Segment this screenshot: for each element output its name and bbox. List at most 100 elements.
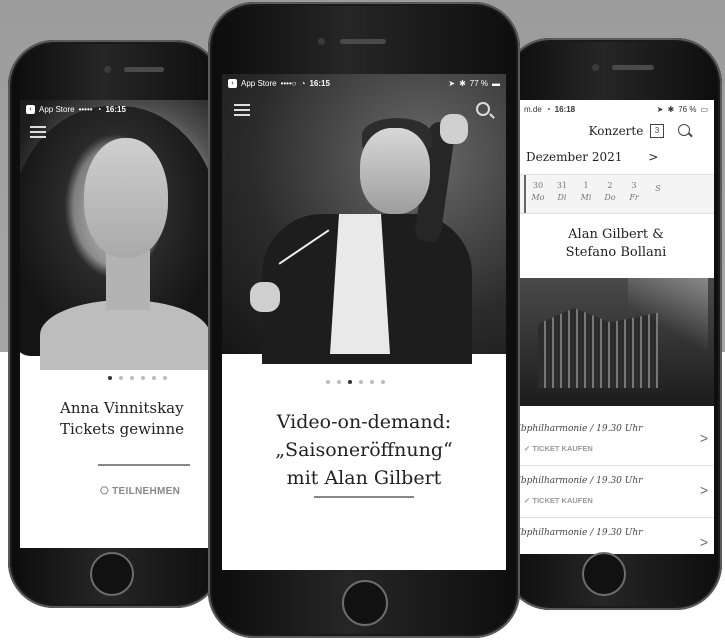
headline-line: mit Alan Gilbert — [286, 467, 442, 489]
buy-ticket-label: TICKET KAUFEN — [532, 444, 593, 453]
buy-ticket-label: TICKET KAUFEN — [532, 496, 593, 505]
teaser-title-line: Tickets gewinne — [60, 420, 184, 438]
status-bar: m.de ◔ 16:18 ➤ ✱ 76 % ▭ — [518, 100, 714, 118]
divider — [98, 464, 190, 466]
dot[interactable] — [381, 380, 385, 384]
chevron-right-icon[interactable]: > — [700, 482, 708, 498]
chevron-right-icon[interactable]: > — [648, 150, 658, 164]
calendar-icon[interactable]: 3 — [650, 124, 664, 138]
dot[interactable] — [108, 376, 112, 380]
menu-icon[interactable] — [234, 104, 250, 116]
carousel-dots[interactable] — [108, 376, 167, 380]
battery-percent: 76 % — [678, 104, 697, 114]
day-cell[interactable]: 30 Mo — [526, 175, 550, 213]
day-cell[interactable]: 3 Fr — [622, 175, 646, 213]
day-cell[interactable]: 1 Mi — [574, 175, 598, 213]
buy-ticket-link[interactable]: ✓ TICKET KAUFEN — [524, 444, 593, 453]
battery-icon: ▬ — [492, 78, 500, 88]
back-to-appstore-icon[interactable]: ‹ — [26, 104, 35, 114]
dot[interactable] — [370, 380, 374, 384]
dot[interactable] — [119, 376, 123, 380]
battery-icon: ▭ — [700, 104, 708, 114]
participate-label: TEILNEHMEN — [112, 486, 181, 497]
dot[interactable] — [348, 380, 352, 384]
speaker — [612, 65, 654, 70]
event-title[interactable]: Alan Gilbert & Stefano Bollani — [518, 226, 714, 262]
elbphilharmonie-image[interactable] — [518, 278, 714, 406]
weekday: Do — [604, 193, 616, 202]
bluetooth-icon: ✱ — [667, 104, 675, 114]
video-headline[interactable]: Video-on-demand: „Saisoneröffnung“ mit A… — [222, 408, 506, 492]
status-bar: ‹ App Store ••••• ◔ 16:15 — [20, 100, 216, 118]
day-number: 30 — [532, 181, 544, 190]
status-bar: ‹ App Store ••••○ ◔ 16:15 ➤ ✱ 77 % ▬ — [222, 74, 506, 92]
home-button[interactable] — [90, 552, 134, 596]
headline-line: Video-on-demand: — [276, 411, 452, 433]
back-to-appstore-icon[interactable]: ‹ — [228, 78, 237, 88]
home-button[interactable] — [582, 552, 626, 596]
status-time: 16:18 — [554, 104, 576, 114]
front-camera — [318, 38, 325, 45]
day-number: 31 — [556, 181, 568, 190]
wifi-icon: ◔ — [545, 104, 551, 114]
day-cell[interactable]: S — [646, 175, 670, 213]
participate-button[interactable]: ⎔ TEILNEHMEN — [100, 486, 180, 497]
signal-icon: ••••○ — [280, 78, 297, 88]
day-cell[interactable]: 2 Do — [598, 175, 622, 213]
status-time: 16:15 — [105, 104, 126, 114]
event-title-line: Stefano Bollani — [565, 245, 667, 260]
location-icon: ➤ — [656, 104, 664, 114]
day-strip: 30 Mo 31 Di 1 Mi 2 Do 3 Fr S — [518, 174, 714, 214]
event-venue: lbphilharmonie / 19.30 Uhr — [518, 528, 643, 538]
month-selector[interactable]: Dezember 2021 > — [526, 150, 658, 164]
status-carrier[interactable]: App Store — [241, 79, 277, 88]
dot[interactable] — [359, 380, 363, 384]
dot[interactable] — [337, 380, 341, 384]
teaser-title[interactable]: Anna Vinnitskay Tickets gewinne — [60, 398, 184, 440]
month-label: Dezember 2021 — [526, 150, 623, 164]
dot[interactable] — [141, 376, 145, 380]
screen-center: ‹ App Store ••••○ ◔ 16:15 ➤ ✱ 77 % ▬ Vid… — [222, 74, 506, 570]
status-carrier[interactable]: App Store — [39, 105, 75, 114]
weekday: Mi — [580, 193, 592, 202]
battery-percent: 77 % — [469, 78, 488, 88]
phone-left: ‹ App Store ••••• ◔ 16:15 Anna Vinnitska… — [8, 40, 222, 608]
search-icon[interactable] — [678, 124, 690, 136]
front-camera — [104, 66, 111, 73]
chevron-right-icon[interactable]: > — [700, 430, 708, 446]
chevron-right-icon[interactable]: > — [700, 534, 708, 550]
teaser-title-line: Anna Vinnitskay — [60, 399, 184, 417]
status-carrier: m.de — [524, 104, 542, 114]
event-row[interactable]: lbphilharmonie / 19.30 Uhr ✓ TICKET KAUF… — [518, 414, 714, 466]
event-row[interactable]: lbphilharmonie / 19.30 Uhr ✓ TICKET KAUF… — [518, 466, 714, 518]
event-venue: lbphilharmonie / 19.30 Uhr — [518, 424, 643, 434]
gift-icon: ⎔ — [100, 486, 113, 497]
wifi-icon: ◔ — [300, 78, 306, 88]
screen-right: m.de ◔ 16:18 ➤ ✱ 76 % ▭ Konzerte 3 Dezem… — [518, 100, 714, 554]
home-button[interactable] — [342, 580, 388, 626]
phone-right: m.de ◔ 16:18 ➤ ✱ 76 % ▭ Konzerte 3 Dezem… — [504, 38, 722, 610]
carousel-dots[interactable] — [326, 380, 385, 384]
event-row[interactable]: lbphilharmonie / 19.30 Uhr > — [518, 518, 714, 554]
screen-left: ‹ App Store ••••• ◔ 16:15 Anna Vinnitska… — [20, 100, 216, 548]
dot[interactable] — [163, 376, 167, 380]
search-icon[interactable] — [476, 102, 490, 116]
buy-ticket-link[interactable]: ✓ TICKET KAUFEN — [524, 496, 593, 505]
dot[interactable] — [130, 376, 134, 380]
menu-icon[interactable] — [30, 126, 46, 138]
day-number: 2 — [607, 181, 613, 190]
weekday: S — [655, 184, 661, 193]
day-cell[interactable]: 31 Di — [550, 175, 574, 213]
location-icon: ➤ — [448, 78, 456, 88]
dot[interactable] — [326, 380, 330, 384]
weekday: Mo — [531, 193, 545, 202]
headline-line: „Saisoneröffnung“ — [275, 439, 453, 461]
status-time: 16:15 — [309, 78, 330, 88]
phone-center: ‹ App Store ••••○ ◔ 16:15 ➤ ✱ 77 % ▬ Vid… — [208, 2, 520, 638]
day-number: 3 — [631, 181, 637, 190]
dot[interactable] — [152, 376, 156, 380]
portrait-image — [20, 100, 216, 370]
conductor-image[interactable] — [222, 74, 506, 364]
front-camera — [592, 64, 599, 71]
signal-icon: ••••• — [78, 104, 93, 114]
